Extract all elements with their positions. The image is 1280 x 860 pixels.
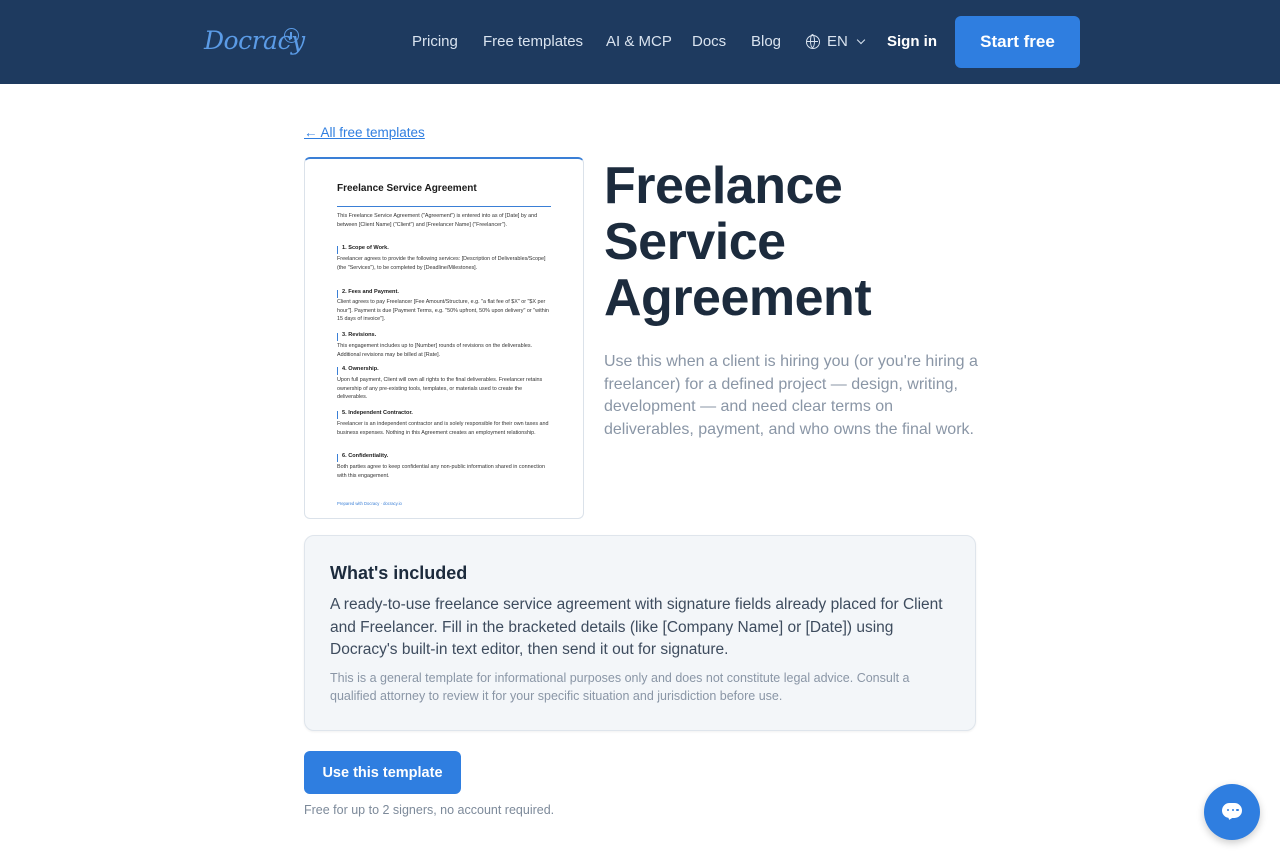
nav-pricing[interactable]: Pricing (412, 33, 458, 50)
preview-section-heading: 1. Scope of Work. (336, 245, 389, 254)
preview-section-heading: 2. Fees and Payment. (336, 289, 399, 298)
language-selector[interactable]: EN (806, 33, 866, 50)
chat-widget-button[interactable] (1204, 784, 1260, 840)
sign-in-link[interactable]: Sign in (887, 33, 937, 50)
nav-blog[interactable]: Blog (751, 33, 781, 50)
chevron-down-icon (856, 35, 866, 44)
preview-title: Freelance Service Agreement (337, 183, 477, 194)
template-preview[interactable]: Freelance Service Agreement This Freelan… (304, 157, 584, 519)
chat-bubble-icon (1222, 803, 1242, 818)
page-title: Freelance Service Agreement (604, 158, 984, 326)
whats-included-title: What's included (330, 563, 468, 583)
preview-section-heading: 4. Ownership. (336, 366, 379, 375)
preview-section-text: Both parties agree to keep confidential … (337, 464, 545, 479)
title-line: Agreement (604, 269, 872, 327)
docracy-logo[interactable]: Docracy (204, 22, 305, 62)
title-line: Freelance (604, 157, 843, 215)
nav-docs[interactable]: Docs (692, 33, 726, 50)
preview-footer: Prepared with Docracy · docracy.io (337, 501, 402, 506)
whats-included-box: What's included A ready-to-use freelance… (304, 535, 976, 731)
use-this-template-button[interactable]: Use this template (304, 751, 461, 794)
preview-section-heading: 6. Confidentiality. (336, 453, 388, 462)
start-free-button[interactable]: Start free (955, 16, 1080, 68)
template-description: Use this when a client is hiring you (or… (604, 353, 978, 438)
globe-icon (806, 34, 820, 49)
preview-divider (337, 206, 551, 207)
nav-free-templates[interactable]: Free templates (483, 33, 583, 50)
free-signers-note: Free for up to 2 signers, no account req… (304, 803, 555, 817)
nav-ai-mcp[interactable]: AI & MCP (606, 33, 672, 50)
preview-section-text: Client agrees to pay Freelancer [Fee Amo… (337, 299, 549, 323)
preview-intro: This Freelance Service Agreement ("Agree… (337, 213, 538, 228)
preview-section-text: Upon full payment, Client will own all r… (337, 377, 543, 401)
preview-section-text: Freelancer is an independent contractor … (337, 421, 549, 436)
top-navigation-bar: Docracy Pricing Free templates AI & MCP … (0, 0, 1280, 84)
preview-section-text: Freelancer agrees to provide the followi… (337, 256, 546, 271)
preview-section-heading: 5. Independent Contractor. (336, 410, 413, 419)
preview-section-heading: 3. Revisions. (336, 332, 376, 341)
legal-disclaimer: This is a general template for informati… (330, 671, 910, 703)
language-label: EN (827, 33, 848, 50)
preview-section-text: This engagement includes up to [Number] … (337, 343, 533, 358)
logo-badge-icon (284, 28, 299, 43)
back-to-templates-link[interactable]: ← All free templates (304, 125, 425, 140)
title-line: Service (604, 213, 786, 271)
whats-included-text: A ready-to-use freelance service agreeme… (330, 596, 943, 658)
